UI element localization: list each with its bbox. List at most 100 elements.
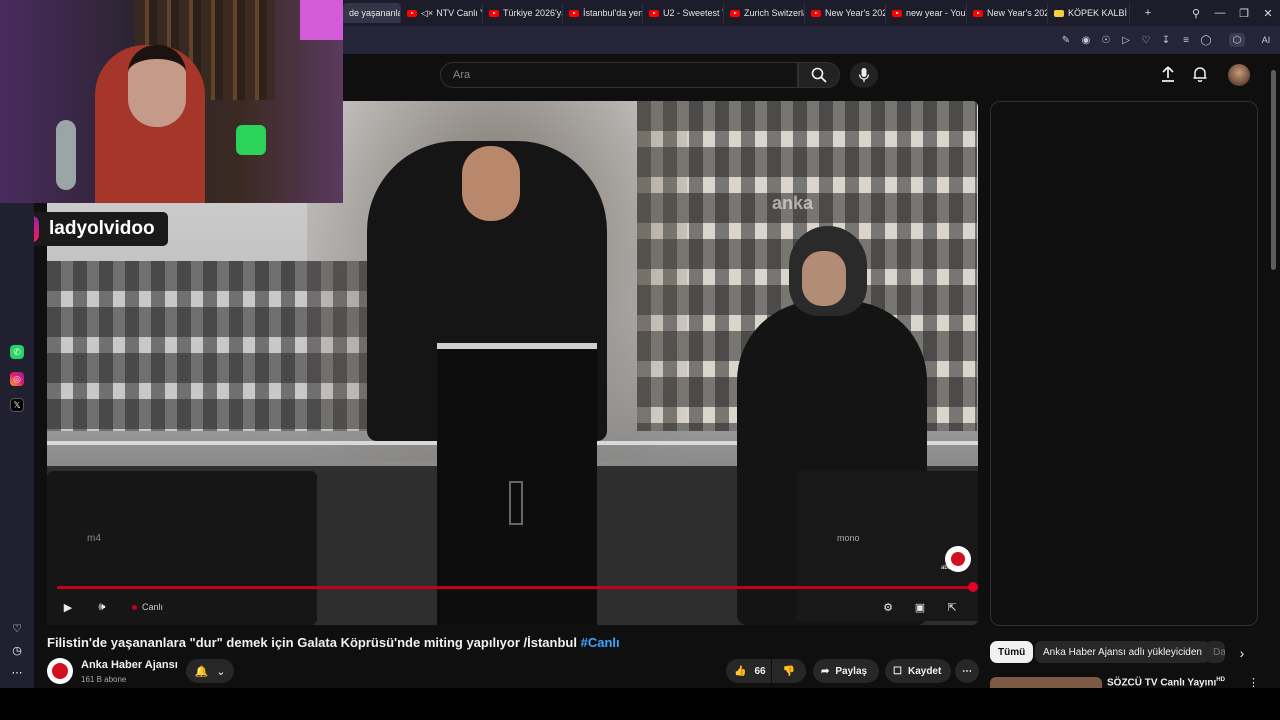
- x-twitter-icon[interactable]: 𝕏: [10, 398, 24, 412]
- live-indicator[interactable]: Canlı: [132, 598, 163, 616]
- live-label: Canlı: [142, 602, 164, 612]
- recommendation-title-text: SÖZCÜ TV Canlı Yayını: [1107, 677, 1217, 689]
- podium-mark: [509, 481, 523, 525]
- webcam-overlay: [0, 0, 343, 203]
- thumbs-down-icon: 👎: [782, 665, 796, 677]
- favorites-icon[interactable]: ♡: [10, 621, 24, 635]
- share-button[interactable]: ➦ Paylaş: [813, 659, 879, 683]
- save-label: Kaydet: [907, 665, 942, 677]
- tab-label: NTV Canlı Yay: [436, 8, 482, 18]
- channel-name[interactable]: Anka Haber Ajansı: [81, 659, 178, 671]
- tab-newyear-youtube[interactable]: new year - YouTu: [886, 3, 967, 23]
- like-button[interactable]: 👍 66: [726, 659, 771, 683]
- play-icon[interactable]: ▶: [60, 598, 76, 616]
- more-icon: ⋯: [962, 665, 972, 677]
- voice-search-button[interactable]: [850, 62, 878, 88]
- heart-icon[interactable]: ♡: [1139, 33, 1153, 47]
- channel-avatar[interactable]: [47, 658, 73, 684]
- subscriber-count: 161 B abone: [81, 675, 127, 684]
- more-icon[interactable]: ⋯: [10, 665, 24, 679]
- user-avatar[interactable]: [1228, 64, 1250, 86]
- sidebar-ad-slot: [990, 101, 1258, 626]
- progress-bar[interactable]: [57, 586, 973, 589]
- minimize-button[interactable]: —: [1208, 3, 1232, 23]
- more-actions-button[interactable]: ⋯: [955, 659, 979, 683]
- upload-icon[interactable]: [1160, 66, 1176, 82]
- tab-label: Zurich Switzerlan: [744, 8, 804, 18]
- notifications-icon[interactable]: [1192, 66, 1208, 83]
- download-icon[interactable]: ↧: [1159, 33, 1173, 47]
- purple-light: [300, 0, 343, 40]
- search-icon: [811, 67, 827, 83]
- play-icon[interactable]: ▷: [1119, 33, 1133, 47]
- bookmark-icon: ☐: [893, 665, 902, 677]
- miniplayer-icon[interactable]: ▣: [912, 598, 928, 616]
- bell-icon: 🔔: [194, 665, 209, 678]
- new-tab-button[interactable]: +: [1136, 3, 1160, 23]
- tab-zurich[interactable]: Zurich Switzerlan: [724, 3, 805, 23]
- restore-button[interactable]: ❐: [1232, 3, 1256, 23]
- tab-label: new year - YouTu: [906, 8, 966, 18]
- recommendation-title[interactable]: SÖZCÜ TV Canlı YayınıHD: [1107, 677, 1225, 688]
- camera-icon[interactable]: ◉: [1079, 33, 1093, 47]
- tab-label: New Year's 2026: [825, 8, 886, 18]
- hashtag-link[interactable]: #Canlı: [581, 635, 620, 650]
- tab-current[interactable]: de yaşananlara: [343, 3, 401, 23]
- fan-device: [56, 120, 76, 190]
- video-title: Filistin'de yaşananlara "dur" demek için…: [47, 635, 620, 650]
- chip-from-uploader[interactable]: Anka Haber Ajansı adlı yükleyiciden: [1035, 641, 1210, 663]
- tab-label: İstanbul'da yeni y: [583, 8, 643, 18]
- chevron-right-icon[interactable]: ›: [1232, 642, 1252, 664]
- edit-icon[interactable]: ✎: [1059, 33, 1073, 47]
- scrollbar-thumb[interactable]: [1271, 70, 1276, 270]
- whatsapp-icon[interactable]: ✆: [10, 345, 24, 359]
- tab-u2[interactable]: U2 - Sweetest Th: [643, 3, 724, 23]
- microphone-icon: [858, 68, 870, 82]
- chip-all[interactable]: Tümü: [990, 641, 1034, 663]
- subscription-bell-button[interactable]: 🔔 ⌄: [186, 659, 234, 683]
- tab-label: U2 - Sweetest Th: [663, 8, 723, 18]
- volume-icon[interactable]: 🕪: [94, 598, 110, 616]
- page-scrollbar[interactable]: [1270, 60, 1278, 688]
- youtube-icon: [489, 9, 499, 17]
- woman-face: [802, 251, 846, 306]
- tab-search-icon[interactable]: ⚲: [1184, 3, 1208, 23]
- share-icon: ➦: [821, 665, 830, 677]
- settings-icon[interactable]: ⚙: [880, 598, 896, 616]
- tab-newyear-1[interactable]: New Year's 2026: [805, 3, 886, 23]
- search-input[interactable]: Ara: [440, 62, 798, 88]
- speaker-left: [47, 471, 317, 625]
- close-window-button[interactable]: ✕: [1256, 3, 1280, 23]
- like-count: 66: [754, 665, 766, 677]
- youtube-icon: [730, 9, 740, 17]
- instagram-sidebar-icon[interactable]: ◎: [10, 372, 24, 386]
- fullscreen-icon[interactable]: ⇱: [944, 598, 960, 616]
- tab-newyear-2[interactable]: New Year's 2026: [967, 3, 1048, 23]
- streamer-face: [128, 45, 186, 127]
- tab-istanbul[interactable]: İstanbul'da yeni y: [563, 3, 643, 23]
- shield-icon[interactable]: ☉: [1099, 33, 1113, 47]
- profile-icon[interactable]: ◯: [1199, 33, 1213, 47]
- bookmark-icon: [1054, 9, 1064, 17]
- extension-icon[interactable]: ⬡: [1229, 33, 1245, 47]
- save-button[interactable]: ☐ Kaydet: [885, 659, 951, 683]
- dislike-button[interactable]: 👎: [772, 659, 806, 683]
- tab-turkiye[interactable]: Türkiye 2026'ya: [483, 3, 563, 23]
- youtube-icon: [973, 9, 983, 17]
- youtube-icon: [407, 9, 417, 17]
- youtube-icon: [892, 9, 902, 17]
- chip-partial[interactable]: Da: [1205, 641, 1225, 663]
- browser-sidebar: [0, 203, 34, 688]
- video-title-text: Filistin'de yaşananlara "dur" demek için…: [47, 635, 577, 650]
- tab-label: Türkiye 2026'ya: [503, 8, 563, 18]
- ai-label: AI: [1261, 35, 1271, 45]
- recommendation-thumbnail[interactable]: [990, 677, 1102, 688]
- tab-ntv[interactable]: ◁×NTV Canlı Yay: [401, 3, 483, 23]
- youtube-icon: [811, 9, 821, 17]
- search-button[interactable]: [798, 62, 840, 88]
- menu-icon[interactable]: ≡: [1179, 33, 1193, 47]
- history-icon[interactable]: ◷: [10, 643, 24, 657]
- scrubber-handle[interactable]: [968, 582, 978, 592]
- tab-kopek-kalbi[interactable]: KÖPEK KALBİ - İB: [1048, 3, 1130, 23]
- ai-button[interactable]: AI: [1254, 33, 1278, 47]
